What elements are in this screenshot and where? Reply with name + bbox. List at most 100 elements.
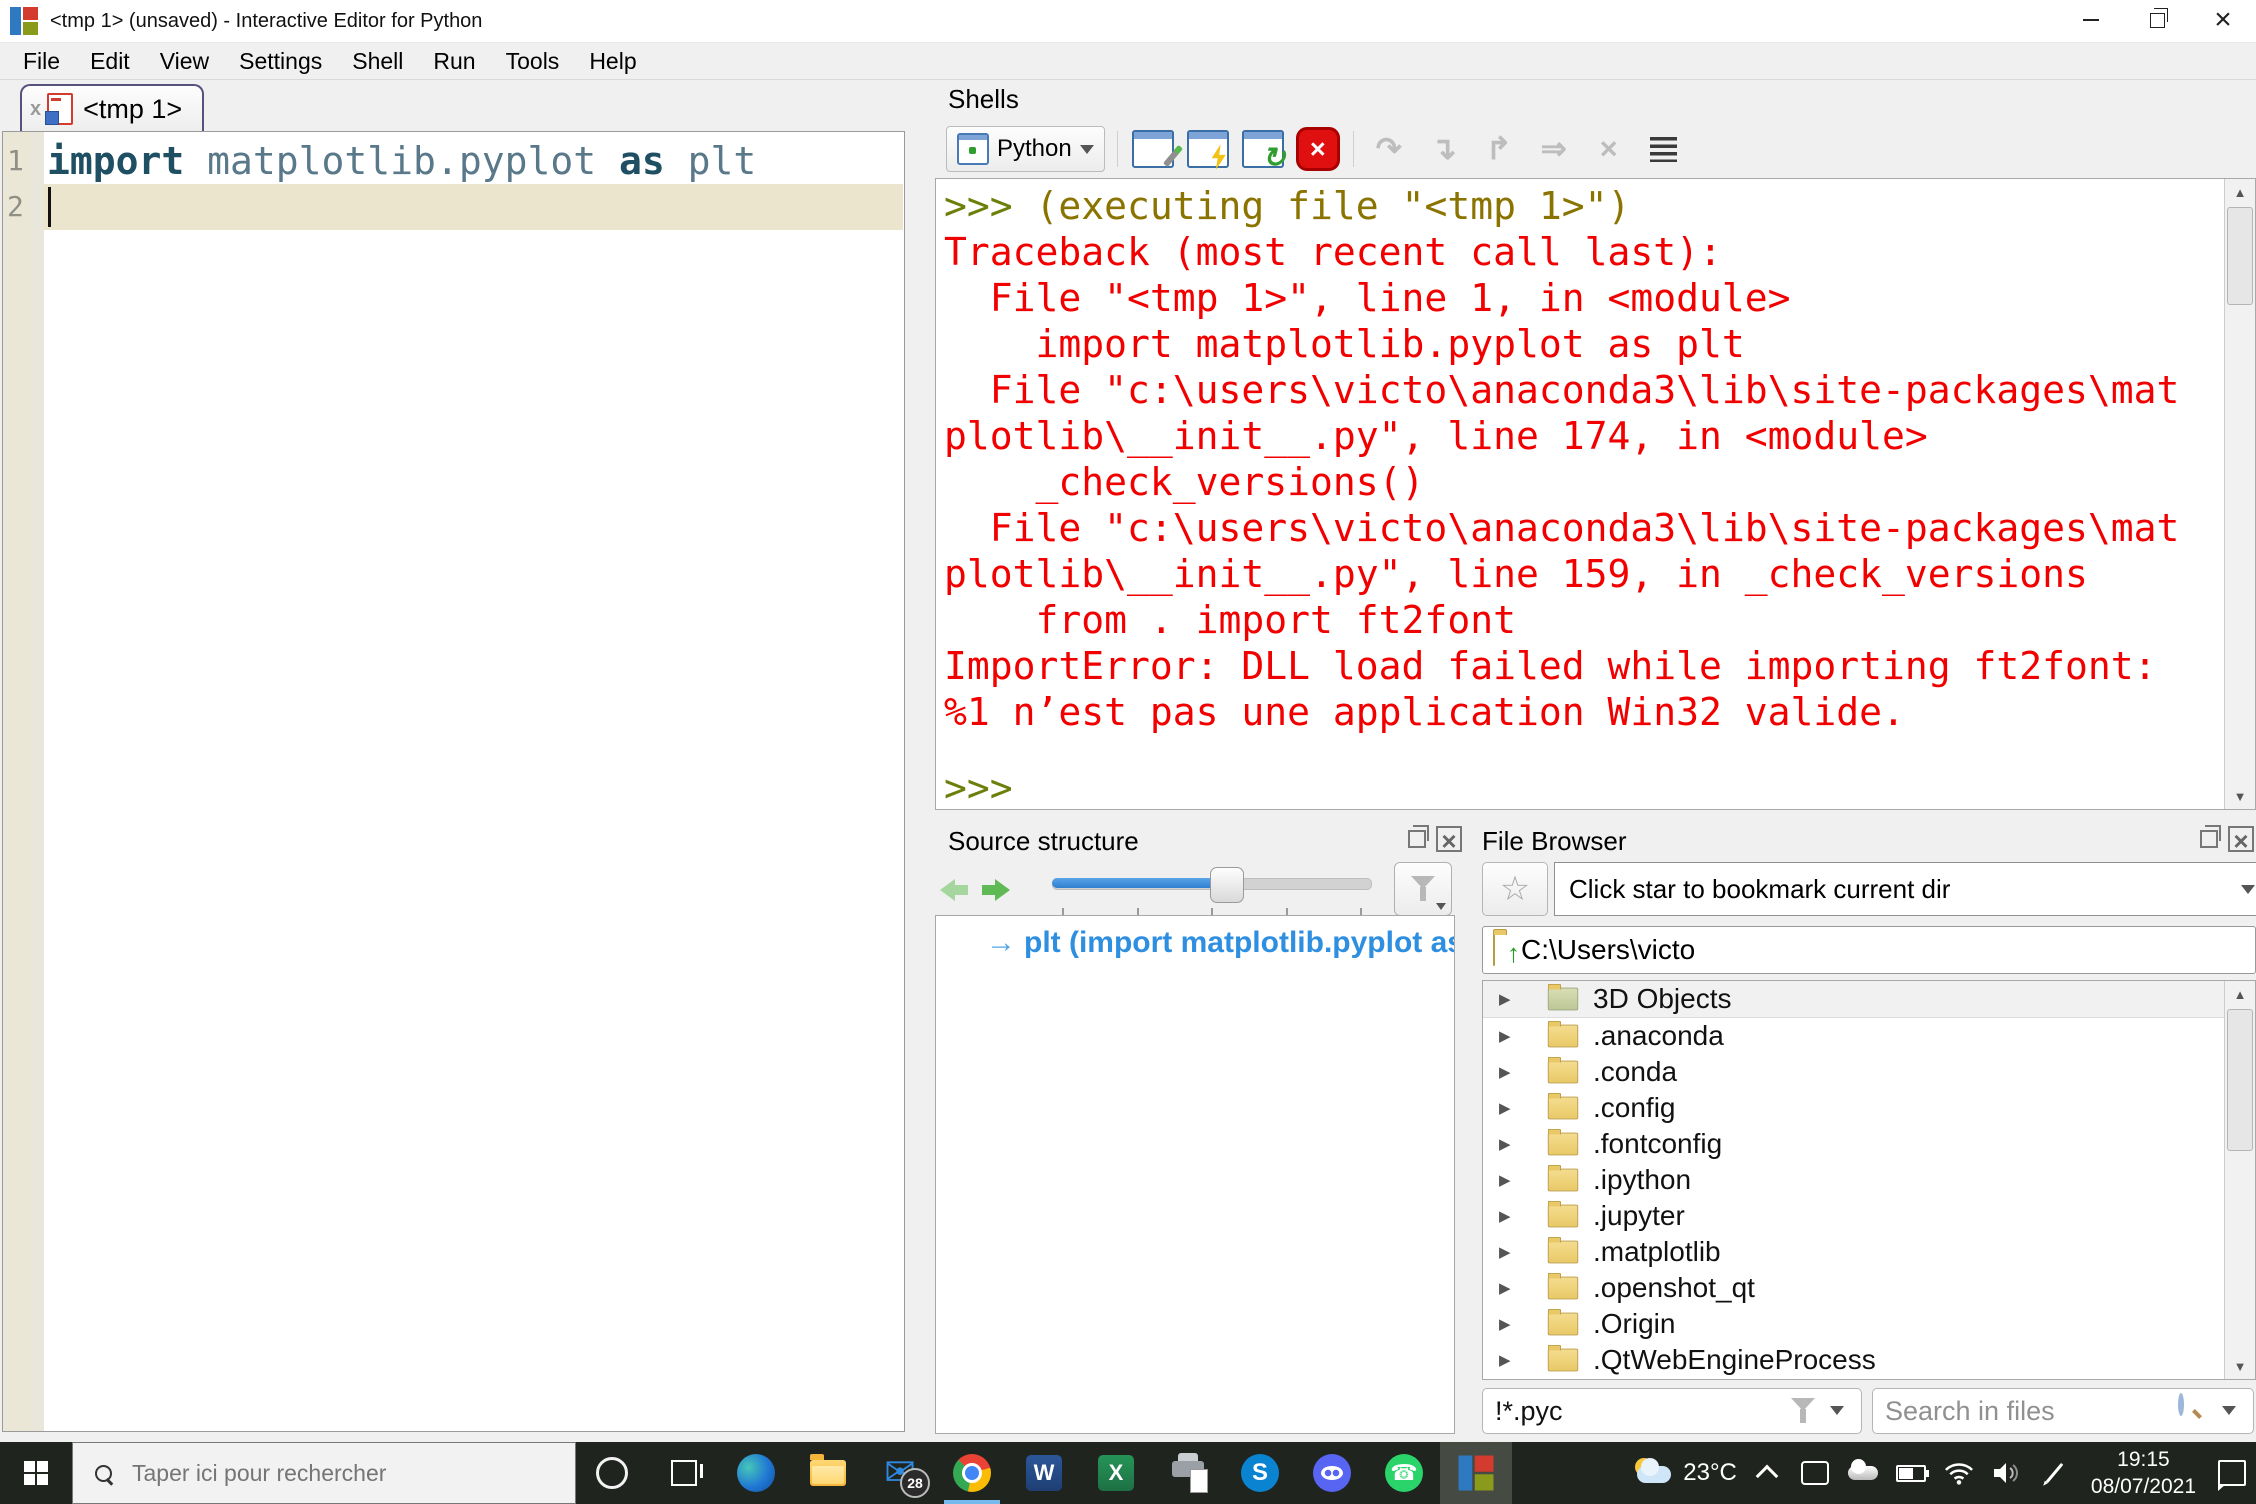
slider-thumb[interactable] — [1210, 867, 1244, 903]
iep-taskbar-button[interactable] — [1440, 1442, 1512, 1504]
navigate-forward-button[interactable] — [982, 879, 1010, 901]
scroll-up-icon[interactable]: ▲ — [2225, 981, 2255, 1007]
shell-menu-button[interactable] — [1641, 126, 1687, 172]
volume-button[interactable] — [1983, 1442, 2031, 1504]
skype-button[interactable]: S — [1224, 1442, 1296, 1504]
folder-row[interactable]: ▶ .Origin — [1483, 1306, 2225, 1342]
source-structure-close-button[interactable]: × — [1436, 826, 1462, 854]
structure-depth-slider[interactable] — [1052, 864, 1372, 916]
source-structure-float-button[interactable] — [1404, 825, 1430, 852]
folder-row[interactable]: ▶ .config — [1483, 1090, 2225, 1126]
file-explorer-button[interactable] — [792, 1442, 864, 1504]
debug-next-button[interactable]: ↴ — [1421, 126, 1467, 172]
task-view-button[interactable] — [648, 1442, 720, 1504]
chrome-button[interactable] — [936, 1442, 1008, 1504]
mail-button[interactable]: ✉ 28 — [864, 1442, 936, 1504]
cortana-button[interactable] — [576, 1442, 648, 1504]
wifi-button[interactable] — [1935, 1442, 1983, 1504]
tab-close-icon[interactable]: x — [30, 98, 41, 121]
menu-item[interactable]: Run — [418, 43, 490, 79]
menu-item[interactable]: View — [145, 43, 224, 79]
debug-return-button[interactable]: ↱ — [1476, 126, 1522, 172]
filename-filter-input[interactable] — [1482, 1388, 1862, 1434]
menu-item[interactable]: File — [8, 43, 75, 79]
start-button[interactable] — [0, 1442, 72, 1504]
expander-icon[interactable]: ▶ — [1499, 1171, 1519, 1189]
weather-widget[interactable]: 23°C — [1631, 1458, 1737, 1488]
minimize-button[interactable] — [2058, 0, 2124, 40]
scroll-down-icon[interactable]: ▼ — [2225, 783, 2255, 809]
onedrive-button[interactable] — [1839, 1442, 1887, 1504]
shell-edit-config-button[interactable] — [1130, 126, 1183, 172]
menu-item[interactable]: Help — [574, 43, 651, 79]
notification-center-button[interactable] — [2208, 1442, 2256, 1504]
menu-item[interactable]: Shell — [337, 43, 418, 79]
folder-row[interactable]: ▶ 3D Objects — [1483, 981, 2225, 1018]
scrollbar-thumb[interactable] — [2227, 1009, 2253, 1151]
structure-item-plt[interactable]: →plt (import matplotlib.pyplot as plt) — [986, 926, 1454, 960]
taskbar-search[interactable] — [72, 1442, 576, 1504]
shell-output[interactable]: >>> (executing file "<tmp 1>") Traceback… — [935, 178, 2256, 810]
folder-row[interactable]: ▶ .openshot_qt — [1483, 1270, 2225, 1306]
expander-icon[interactable]: ▶ — [1499, 1063, 1519, 1081]
bookmark-star-button[interactable]: ☆ — [1482, 862, 1548, 916]
shell-selector[interactable]: Python — [946, 126, 1105, 172]
expander-icon[interactable]: ▶ — [1499, 1207, 1519, 1225]
tray-chevron-button[interactable] — [1743, 1442, 1791, 1504]
folder-row[interactable]: ▶ .QtWebEngineProcess — [1483, 1342, 2225, 1378]
tablet-mode-button[interactable] — [1791, 1442, 1839, 1504]
menu-item[interactable]: Tools — [491, 43, 575, 79]
structure-filter-button[interactable] — [1394, 862, 1452, 916]
folder-row[interactable]: ▶ .conda — [1483, 1054, 2225, 1090]
expander-icon[interactable]: ▶ — [1499, 990, 1519, 1008]
excel-button[interactable]: X — [1080, 1442, 1152, 1504]
restore-button[interactable] — [2124, 0, 2190, 40]
expander-icon[interactable]: ▶ — [1499, 1315, 1519, 1333]
menu-item[interactable]: Edit — [75, 43, 145, 79]
expander-icon[interactable]: ▶ — [1499, 1279, 1519, 1297]
file-browser-list[interactable]: ▶ 3D Objects ▶ .anaconda ▶ .conda ▶ .con… — [1482, 980, 2256, 1380]
file-browser-float-button[interactable] — [2196, 825, 2222, 852]
clock-time: 19:15 — [2117, 1448, 2170, 1471]
expander-icon[interactable]: ▶ — [1499, 1351, 1519, 1369]
expander-icon[interactable]: ▶ — [1499, 1135, 1519, 1153]
shell-restart-button[interactable] — [1185, 126, 1231, 172]
pen-button[interactable] — [2031, 1442, 2079, 1504]
debug-stop-button[interactable]: × — [1586, 126, 1632, 172]
scanner-app-button[interactable] — [1152, 1442, 1224, 1504]
scrollbar-thumb[interactable] — [2227, 207, 2253, 305]
menu-item[interactable]: Settings — [224, 43, 337, 79]
folder-row[interactable]: ▶ .ipython — [1483, 1162, 2225, 1198]
expander-icon[interactable]: ▶ — [1499, 1099, 1519, 1117]
expander-icon[interactable]: ▶ — [1499, 1027, 1519, 1045]
editor-tab[interactable]: x <tmp 1> — [20, 84, 205, 132]
scroll-down-icon[interactable]: ▼ — [2225, 1353, 2255, 1379]
discord-button[interactable] — [1296, 1442, 1368, 1504]
navigate-back-button[interactable] — [940, 879, 968, 901]
shell-scrollbar[interactable]: ▲ ▼ — [2224, 179, 2255, 809]
word-button[interactable]: W — [1008, 1442, 1080, 1504]
folder-row[interactable]: ▶ .jupyter — [1483, 1198, 2225, 1234]
battery-button[interactable] — [1887, 1442, 1935, 1504]
taskbar-search-input[interactable] — [130, 1458, 534, 1488]
debug-resume-button[interactable]: ↷ — [1366, 126, 1412, 172]
shell-terminate-button[interactable]: × — [1295, 126, 1341, 172]
edge-button[interactable] — [720, 1442, 792, 1504]
search-in-files-input[interactable] — [1872, 1388, 2254, 1434]
debug-jump-button[interactable]: ⇒ — [1531, 126, 1577, 172]
file-list-scrollbar[interactable]: ▲ ▼ — [2224, 981, 2255, 1379]
scroll-up-icon[interactable]: ▲ — [2225, 179, 2255, 205]
whatsapp-button[interactable]: ☎ — [1368, 1442, 1440, 1504]
close-button[interactable]: × — [2190, 0, 2256, 40]
bookmark-combo[interactable]: Click star to bookmark current dir — [1554, 862, 2256, 916]
current-directory-bar[interactable]: ↑ C:\Users\victo — [1482, 926, 2256, 974]
clock[interactable]: 19:15 08/07/2021 — [2079, 1446, 2208, 1500]
folder-row[interactable]: ▶ .matplotlib — [1483, 1234, 2225, 1270]
folder-row[interactable]: ▶ .fontconfig — [1483, 1126, 2225, 1162]
shell-clear-button[interactable]: ↻ — [1240, 126, 1286, 173]
expander-icon[interactable]: ▶ — [1499, 1243, 1519, 1261]
code-editor[interactable]: 12 import matplotlib.pyplot as plt — [2, 131, 905, 1432]
file-browser-close-button[interactable]: × — [2228, 826, 2254, 854]
source-structure-list[interactable]: →plt (import matplotlib.pyplot as plt) — [935, 915, 1455, 1434]
folder-row[interactable]: ▶ .anaconda — [1483, 1018, 2225, 1054]
